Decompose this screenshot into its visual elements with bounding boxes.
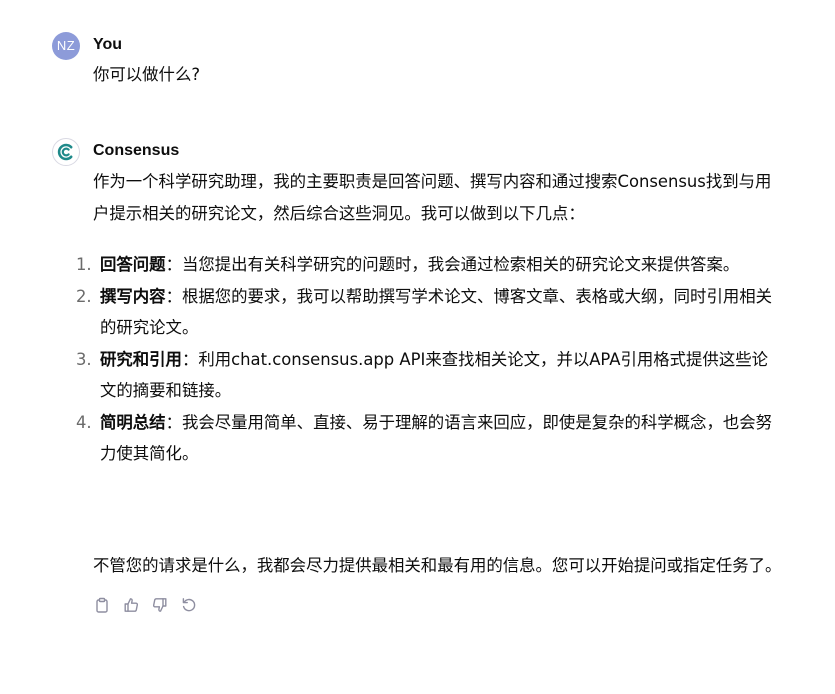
consensus-logo-icon (57, 143, 73, 161)
message-actions (92, 595, 198, 614)
list-item: 1. 回答问题：当您提出有关科学研究的问题时，我会通过检索相关的研究论文来提供答案… (76, 249, 781, 281)
list-item-number: 1. (76, 255, 92, 274)
list-item-text: ：利用chat.consensus.app API来查找相关论文，并以APA引用… (100, 349, 768, 401)
user-author-name: You (93, 36, 123, 53)
list-item-title: 撰写内容 (100, 286, 166, 306)
regenerate-button[interactable] (179, 595, 198, 614)
user-message-text: 你可以做什么? (93, 65, 201, 84)
capability-list-wrapper: 1. 回答问题：当您提出有关科学研究的问题时，我会通过检索相关的研究论文来提供答案… (76, 249, 781, 470)
list-item-title: 回答问题 (100, 255, 166, 274)
assistant-closing: 不管您的请求是什么，我都会尽力提供最相关和最有用的信息。您可以开始提问或指定任务… (93, 556, 782, 575)
list-item-title: 研究和引用 (100, 349, 182, 369)
assistant-avatar (52, 138, 80, 166)
list-item-text: ：根据您的要求，我可以帮助撰写学术论文、博客文章、表格或大纲，同时引用相关的研究… (100, 286, 773, 338)
thumbs-up-icon (124, 597, 138, 612)
capability-list: 1. 回答问题：当您提出有关科学研究的问题时，我会通过检索相关的研究论文来提供答案… (76, 249, 781, 470)
list-item: 2. 撰写内容：根据您的要求，我可以帮助撰写学术论文、博客文章、表格或大纲，同时引… (76, 281, 781, 344)
assistant-intro: 作为一个科学研究助理，我的主要职责是回答问题、撰写内容和通过搜索Consensu… (93, 172, 772, 223)
list-item-title: 简明总结 (100, 412, 166, 432)
list-item-number: 3. (76, 349, 92, 369)
list-item: 4. 简明总结：我会尽量用简单、直接、易于理解的语言来回应，即使是复杂的科学概念，… (76, 407, 781, 470)
list-item-text: ：当您提出有关科学研究的问题时，我会通过检索相关的研究论文来提供答案。 (165, 255, 740, 274)
list-item: 3. 研究和引用：利用chat.consensus.app API来查找相关论文，… (76, 344, 781, 407)
list-item-text: ：我会尽量用简单、直接、易于理解的语言来回应，即使是复杂的科学概念，也会努力使其… (100, 412, 773, 464)
chat-page: NZ You 你可以做什么? Consensus 作为一个科学研究助理，我的主要… (0, 0, 835, 694)
thumbs-down-button[interactable] (150, 595, 169, 614)
copy-button[interactable] (92, 595, 111, 614)
regenerate-icon (182, 597, 195, 611)
assistant-author-name: Consensus (93, 142, 180, 159)
list-item-number: 2. (76, 286, 92, 306)
thumbs-up-button[interactable] (121, 595, 140, 614)
user-avatar: NZ (52, 32, 80, 60)
thumbs-down-icon (152, 597, 166, 612)
assistant-message-body: 作为一个科学研究助理，我的主要职责是回答问题、撰写内容和通过搜索Consensu… (76, 166, 783, 575)
copy-icon (95, 597, 108, 613)
list-item-number: 4. (76, 412, 92, 432)
